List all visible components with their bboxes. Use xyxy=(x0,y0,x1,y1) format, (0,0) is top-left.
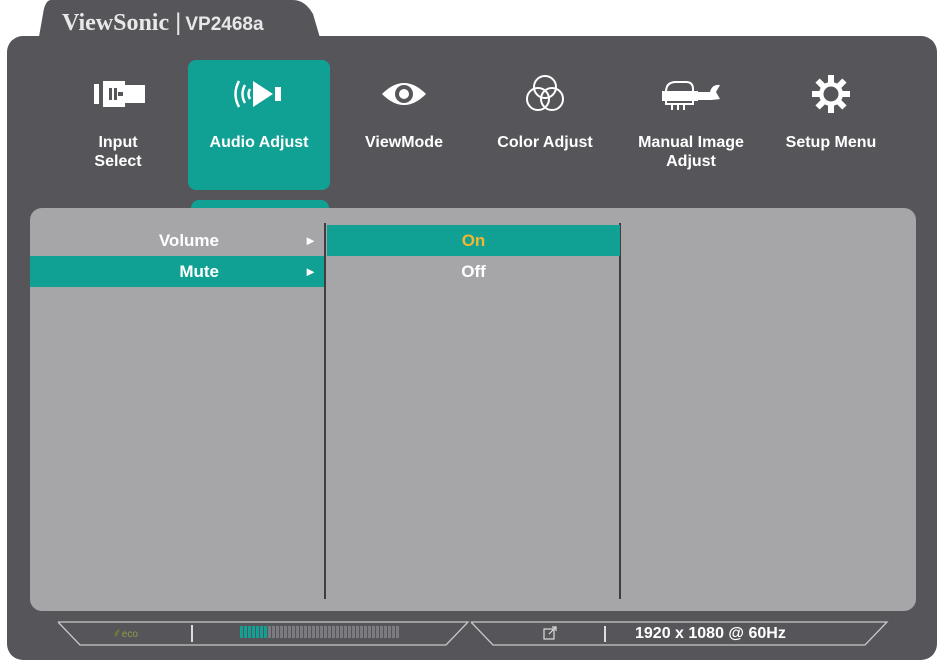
level-segment xyxy=(260,626,263,638)
menu-item-manual-image-adjust[interactable]: Manual Image Adjust xyxy=(620,60,762,190)
submenu-arrow-icon: ► xyxy=(304,264,317,279)
level-segment xyxy=(240,626,243,638)
level-segment xyxy=(332,626,335,638)
level-segment xyxy=(360,626,363,638)
level-segment xyxy=(284,626,287,638)
level-segment xyxy=(380,626,383,638)
gear-icon xyxy=(760,72,902,116)
level-segment xyxy=(256,626,259,638)
level-segment xyxy=(388,626,391,638)
column-divider xyxy=(324,223,326,599)
submenu-item-mute[interactable]: Mute ► xyxy=(30,256,324,287)
level-segment xyxy=(312,626,315,638)
level-segment xyxy=(376,626,379,638)
menu-item-color-adjust[interactable]: Color Adjust xyxy=(474,60,616,190)
level-segment xyxy=(396,626,399,638)
level-segment xyxy=(352,626,355,638)
menu-item-viewmode[interactable]: ViewMode xyxy=(333,60,475,190)
menu-item-label: Input Select xyxy=(94,134,142,170)
external-link-icon xyxy=(543,626,557,645)
option-off[interactable]: Off xyxy=(327,256,620,287)
submenu-item-label: Mute xyxy=(179,262,219,281)
level-segment xyxy=(368,626,371,638)
menu-item-label: Audio Adjust xyxy=(209,134,309,151)
menu-item-label: Color Adjust xyxy=(497,134,593,151)
level-segment xyxy=(308,626,311,638)
level-segment xyxy=(276,626,279,638)
level-segment xyxy=(272,626,275,638)
level-segment xyxy=(340,626,343,638)
level-segment xyxy=(336,626,339,638)
input-select-icon xyxy=(47,72,189,116)
level-segment xyxy=(372,626,375,638)
resolution-readout: 1920 x 1080 @ 60Hz xyxy=(635,625,786,642)
submenu-arrow-icon: ► xyxy=(304,233,317,248)
brand-logo: ViewSonic | VP2468a xyxy=(62,9,264,37)
menu-item-audio-adjust[interactable]: Audio Adjust xyxy=(188,60,330,190)
menu-item-label: Manual Image Adjust xyxy=(638,134,744,170)
status-separator xyxy=(191,625,193,642)
level-segment xyxy=(296,626,299,638)
level-segment xyxy=(384,626,387,638)
menu-item-input-select[interactable]: Input Select xyxy=(47,60,189,190)
status-bar xyxy=(57,621,889,646)
level-segment xyxy=(320,626,323,638)
level-segment xyxy=(348,626,351,638)
menu-item-setup-menu[interactable]: Setup Menu xyxy=(760,60,902,190)
eco-level-meter xyxy=(240,626,399,638)
submenu-item-label: Volume xyxy=(158,231,219,250)
eye-icon xyxy=(333,72,475,116)
audio-adjust-icon xyxy=(188,72,330,116)
eco-label: eco xyxy=(121,629,138,640)
color-circles-icon xyxy=(474,72,616,116)
brand-separator: | xyxy=(175,9,182,36)
level-segment xyxy=(300,626,303,638)
level-segment xyxy=(244,626,247,638)
level-segment xyxy=(280,626,283,638)
level-segment xyxy=(328,626,331,638)
level-segment xyxy=(392,626,395,638)
option-on[interactable]: On xyxy=(327,225,620,256)
level-segment xyxy=(248,626,251,638)
model-name: VP2468a xyxy=(185,14,264,35)
status-separator xyxy=(604,626,606,642)
level-segment xyxy=(264,626,267,638)
eco-mode-icon: ⸙eco xyxy=(112,625,138,640)
level-segment xyxy=(268,626,271,638)
menu-item-label: ViewMode xyxy=(365,134,443,151)
level-segment xyxy=(252,626,255,638)
level-segment xyxy=(316,626,319,638)
level-segment xyxy=(288,626,291,638)
level-segment xyxy=(356,626,359,638)
level-segment xyxy=(304,626,307,638)
level-segment xyxy=(364,626,367,638)
level-segment xyxy=(292,626,295,638)
level-segment xyxy=(324,626,327,638)
menu-item-label: Setup Menu xyxy=(785,134,877,151)
level-segment xyxy=(344,626,347,638)
hand-wrench-icon xyxy=(620,72,762,116)
brand-name: ViewSonic xyxy=(62,10,170,36)
submenu-item-volume[interactable]: Volume ► xyxy=(30,225,324,256)
